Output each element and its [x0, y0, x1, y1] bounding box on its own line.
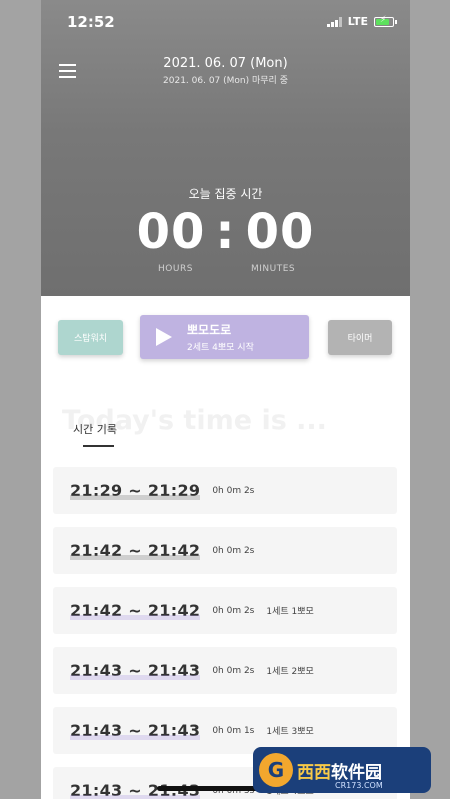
focus-time-label: 오늘 집중 시간	[188, 187, 263, 201]
minutes-value: 00	[245, 204, 315, 260]
timer-label: 타이머	[347, 334, 373, 344]
minutes-label: MINUTES	[251, 264, 296, 274]
logo-url: CR173.COM	[335, 781, 383, 790]
record-time-range: 21:42 ~ 21:42	[70, 601, 201, 620]
focus-header: 12:52 LTE ⚡ 2021. 06. 07 (Mon) 2021. 06.…	[41, 0, 410, 296]
network-label: LTE	[347, 15, 368, 28]
status-time: 12:52	[67, 13, 115, 31]
signal-icon	[326, 16, 342, 27]
record-item[interactable]: 21:42 ~ 21:42 0h 0m 2s 1세트 1뽀모	[53, 587, 397, 634]
logo-name: 西西软件园	[297, 758, 382, 783]
date-status: 2021. 06. 07 (Mon) 마무리 중	[163, 76, 288, 86]
record-time-range: 21:42 ~ 21:42	[70, 541, 201, 560]
logo-name-a: 西西	[297, 762, 331, 783]
hours-label: HOURS	[158, 264, 193, 274]
pomodoro-title: 뽀모도로	[187, 323, 232, 337]
record-item[interactable]: 21:43 ~ 21:43 0h 0m 2s 1세트 2뽀모	[53, 647, 397, 694]
record-duration: 0h 0m 1s	[212, 725, 255, 736]
timer-button[interactable]: 타이머	[328, 320, 392, 355]
record-time-range: 21:43 ~ 21:43	[70, 661, 201, 680]
record-time-range: 21:43 ~ 21:43	[70, 721, 201, 740]
record-time-range: 21:29 ~ 21:29	[70, 481, 201, 500]
logo-name-b: 软件园	[331, 762, 382, 783]
record-item[interactable]: 21:42 ~ 21:42 0h 0m 2s	[53, 527, 397, 574]
record-set: 1세트 3뽀모	[266, 727, 314, 737]
tab-time-records[interactable]: 시간 기록	[73, 421, 117, 437]
record-set: 1세트 2뽀모	[266, 667, 314, 677]
record-duration: 0h 0m 2s	[212, 665, 255, 676]
focus-time-display: 00 : 00	[41, 204, 410, 260]
stopwatch-label: 스탑워치	[73, 334, 108, 344]
play-icon	[156, 328, 172, 346]
app-screen: 12:52 LTE ⚡ 2021. 06. 07 (Mon) 2021. 06.…	[41, 0, 410, 799]
record-set: 1세트 1뽀모	[266, 607, 314, 617]
record-duration: 0h 0m 2s	[212, 605, 255, 616]
battery-icon: ⚡	[374, 15, 397, 27]
logo-mark: G	[259, 753, 293, 787]
watermark-logo: G 西西软件园 CR173.COM	[253, 747, 431, 793]
status-indicators: LTE ⚡	[326, 15, 397, 28]
time-separator: :	[215, 204, 236, 260]
hours-value: 00	[136, 204, 206, 260]
tab-underline	[83, 445, 114, 447]
record-duration: 0h 0m 2s	[212, 485, 255, 496]
pomodoro-start-button[interactable]: 뽀모도로 2세트 4뽀모 시작	[140, 315, 309, 359]
record-item[interactable]: 21:29 ~ 21:29 0h 0m 2s	[53, 467, 397, 514]
record-duration: 0h 0m 2s	[212, 545, 255, 556]
current-date: 2021. 06. 07 (Mon)	[163, 56, 288, 71]
stopwatch-button[interactable]: 스탑워치	[58, 320, 123, 355]
pomodoro-subtitle: 2세트 4뽀모 시작	[187, 343, 254, 353]
